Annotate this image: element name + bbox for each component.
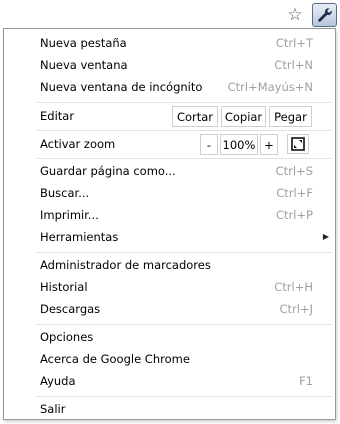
fullscreen-button[interactable]: [287, 134, 309, 154]
menu-item-label: Opciones: [40, 330, 94, 344]
menu-item-help[interactable]: Ayuda F1: [4, 370, 335, 392]
menu-item-shortcut: Ctrl+J: [279, 302, 314, 316]
menu-item-label: Administrador de marcadores: [40, 258, 211, 272]
menu-item-label: Buscar...: [40, 186, 90, 200]
bookmark-star-icon[interactable]: ☆: [284, 5, 306, 25]
cut-button[interactable]: Cortar: [172, 106, 218, 127]
menu-item-label: Imprimir...: [40, 208, 99, 222]
menu-item-save-page-as[interactable]: Guardar página como... Ctrl+S: [4, 160, 335, 182]
menu-item-label: Descargas: [40, 302, 101, 316]
menu-item-shortcut: Ctrl+F: [276, 186, 313, 200]
menu-row-zoom: Activar zoom: [4, 133, 335, 155]
menu-item-new-window[interactable]: Nueva ventana Ctrl+N: [4, 54, 335, 76]
menu-item-shortcut: Ctrl+S: [275, 164, 313, 178]
menu-item-options[interactable]: Opciones: [4, 326, 335, 348]
menu-separator: [36, 130, 332, 131]
edit-label: Editar: [40, 109, 75, 123]
paste-button[interactable]: Pegar: [269, 106, 312, 127]
submenu-arrow-icon: ▶: [322, 232, 329, 241]
menu-item-shortcut: Ctrl+T: [275, 36, 313, 50]
menu-separator: [36, 102, 332, 103]
browser-toolbar: ☆: [0, 0, 340, 30]
menu-separator: [36, 158, 332, 159]
menu-item-label: Acerca de Google Chrome: [40, 352, 190, 366]
menu-item-new-incognito-window[interactable]: Nueva ventana de incógnito Ctrl+Mayús+N: [4, 76, 335, 98]
zoom-level-display: 100%: [220, 134, 258, 155]
zoom-out-label: -: [206, 137, 212, 152]
cut-button-label: Cortar: [176, 109, 214, 124]
zoom-in-label: +: [264, 137, 274, 152]
menu-item-label: Historial: [40, 280, 88, 294]
menu-item-shortcut: Ctrl+Mayús+N: [227, 80, 313, 94]
menu-item-shortcut: Ctrl+N: [274, 58, 313, 72]
menu-item-new-tab[interactable]: Nueva pestaña Ctrl+T: [4, 32, 335, 54]
menu-item-label: Nueva ventana de incógnito: [40, 80, 203, 94]
wrench-dropdown-menu: Nueva pestaña Ctrl+T Nueva ventana Ctrl+…: [3, 28, 336, 420]
menu-item-label: Nueva pestaña: [40, 36, 127, 50]
zoom-in-button[interactable]: +: [260, 134, 278, 155]
menu-item-label: Ayuda: [40, 374, 76, 388]
menu-item-exit[interactable]: Salir: [4, 398, 335, 420]
menu-separator: [36, 396, 332, 397]
copy-button-label: Copiar: [224, 109, 263, 124]
zoom-out-button[interactable]: -: [200, 134, 218, 155]
wrench-icon: [317, 8, 332, 22]
menu-item-about-chrome[interactable]: Acerca de Google Chrome: [4, 348, 335, 370]
zoom-value: 100%: [222, 137, 256, 152]
menu-item-find[interactable]: Buscar... Ctrl+F: [4, 182, 335, 204]
menu-separator: [36, 324, 332, 325]
menu-item-shortcut: Ctrl+H: [274, 280, 313, 294]
menu-item-shortcut: F1: [299, 374, 313, 388]
zoom-label: Activar zoom: [40, 137, 116, 151]
star-icon: ☆: [287, 4, 303, 25]
copy-button[interactable]: Copiar: [221, 106, 266, 127]
menu-item-history[interactable]: Historial Ctrl+H: [4, 276, 335, 298]
menu-item-label: Salir: [40, 402, 66, 416]
menu-item-bookmark-manager[interactable]: Administrador de marcadores: [4, 254, 335, 276]
menu-item-tools[interactable]: Herramientas ▶: [4, 226, 335, 248]
menu-item-label: Herramientas: [40, 230, 119, 244]
menu-item-label: Nueva ventana: [40, 58, 128, 72]
menu-separator: [36, 252, 332, 253]
menu-item-downloads[interactable]: Descargas Ctrl+J: [4, 298, 335, 320]
wrench-menu-button[interactable]: [312, 3, 337, 27]
fullscreen-icon: [291, 137, 305, 151]
menu-item-print[interactable]: Imprimir... Ctrl+P: [4, 204, 335, 226]
menu-item-shortcut: Ctrl+P: [275, 208, 313, 222]
menu-item-label: Guardar página como...: [40, 164, 176, 178]
paste-button-label: Pegar: [274, 109, 307, 124]
